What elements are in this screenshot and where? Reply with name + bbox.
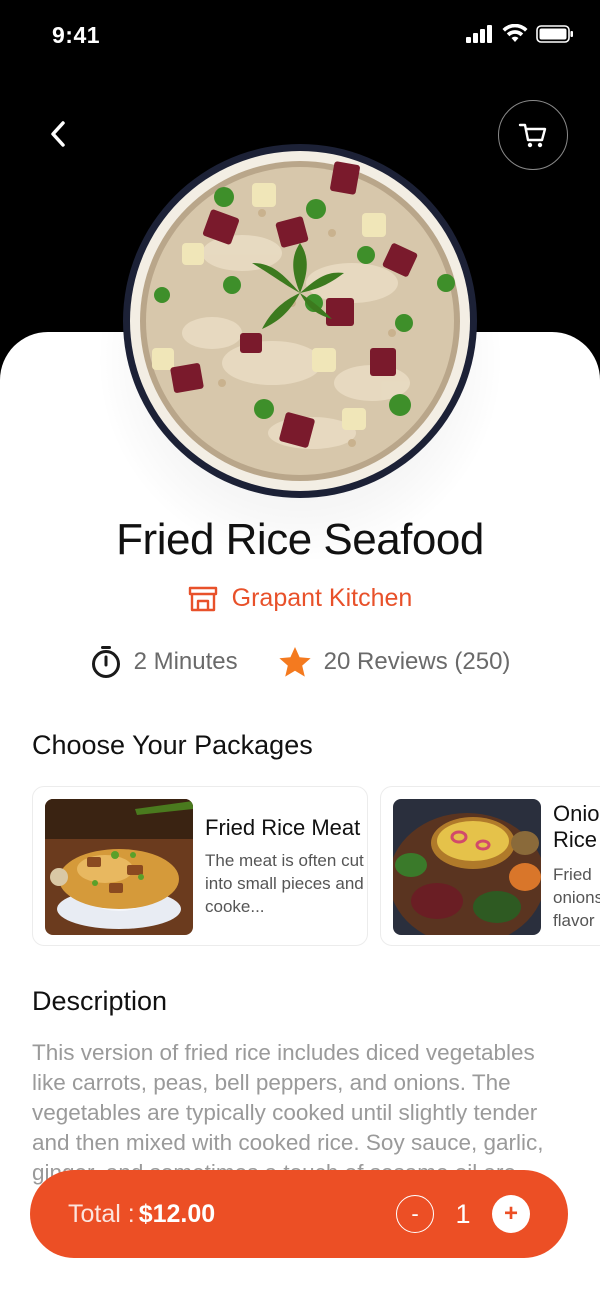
packages-title: Choose Your Packages (32, 730, 313, 760)
package-description: Fried onions flavor (553, 865, 600, 930)
status-time: 9:41 (52, 22, 101, 48)
package-name: Onion Rice (553, 801, 600, 852)
decrease-button[interactable]: - (396, 1195, 434, 1233)
package-description: The meat is often cut into small pieces … (205, 851, 364, 916)
description-title: Description (32, 986, 168, 1016)
wifi-icon (502, 24, 528, 42)
cart-icon (518, 123, 547, 148)
time-info: 2 Minutes (90, 645, 238, 679)
fried-rice-meat-image (45, 799, 193, 935)
fried-rice-image (123, 144, 477, 498)
quantity-stepper: - 1 + (396, 1195, 530, 1233)
dish-title: Fried Rice Seafood (116, 515, 484, 564)
total-label: Total : (68, 1199, 135, 1228)
back-button[interactable] (36, 112, 80, 156)
total: Total : $12.00 (68, 1200, 215, 1229)
star-icon (279, 647, 311, 677)
store-icon (188, 586, 217, 611)
kitchen-name: Grapant Kitchen (231, 584, 413, 612)
reviews-text: 20 Reviews (250) (323, 648, 511, 675)
dish-meta: 2 Minutes 20 Reviews (250) (0, 645, 600, 679)
cart-button[interactable] (498, 100, 568, 170)
package-card[interactable]: Onion Rice Fried onions flavor (380, 786, 600, 946)
chevron-left-icon (51, 121, 65, 147)
package-card[interactable]: Fried Rice Meat The meat is often cut in… (32, 786, 368, 946)
stopwatch-icon (91, 646, 120, 678)
description-text: This version of fried rice includes dice… (32, 1040, 544, 1185)
signal-icon (466, 25, 492, 43)
kitchen-link[interactable]: Grapant Kitchen (0, 584, 600, 613)
reviews-info[interactable]: 20 Reviews (250) (278, 646, 511, 678)
cart-bar: Total : $12.00 - 1 + (30, 1170, 568, 1258)
quantity-value: 1 (455, 1198, 471, 1229)
status-icons (466, 24, 574, 44)
total-value: $12.00 (138, 1199, 216, 1228)
package-name: Fried Rice Meat (205, 815, 361, 840)
battery-icon (536, 25, 573, 43)
time-text: 2 Minutes (133, 648, 238, 675)
increase-button[interactable]: + (492, 1195, 530, 1233)
onion-rice-image (393, 799, 541, 935)
packages-list: Fried Rice Meat The meat is often cut in… (32, 786, 600, 948)
